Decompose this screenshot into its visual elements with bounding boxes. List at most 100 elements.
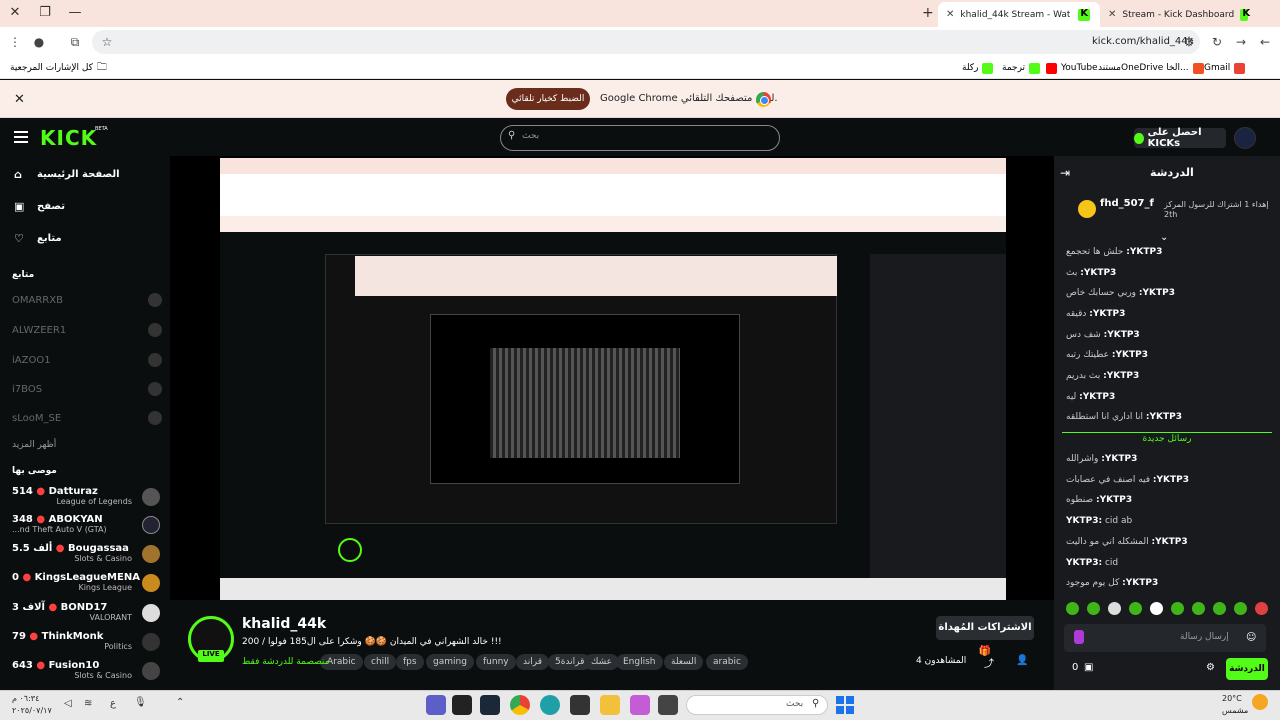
bookmark-youtube[interactable]: YouTube — [1046, 60, 1098, 76]
following-item[interactable]: OMARRXB — [12, 290, 162, 310]
kicks-icon[interactable]: ▣ — [1084, 662, 1093, 673]
emote-icon[interactable] — [1087, 602, 1100, 615]
tag[interactable]: قراندة5 — [548, 654, 592, 670]
nav-browse[interactable]: ▣ تصفح — [14, 196, 65, 216]
emote-icon[interactable] — [1213, 602, 1226, 615]
following-item[interactable]: ALWZEER1 — [12, 320, 162, 340]
tag[interactable]: gaming — [426, 654, 474, 670]
reload-icon[interactable]: ↻ — [1208, 33, 1226, 51]
wifi-icon[interactable]: ≋ — [84, 698, 92, 709]
recommended-item[interactable]: 643 ● Fusion10 Slots & Casino — [12, 660, 160, 686]
get-kicks-label: احصل على KICKs — [1147, 127, 1202, 149]
emote-icon[interactable] — [1129, 602, 1142, 615]
mic-icon[interactable]: 🎙 — [134, 697, 147, 708]
recommended-item[interactable]: 0 ● KingsLeagueMENA Kings League — [12, 572, 160, 596]
following-item[interactable]: i7BOS — [12, 379, 162, 399]
extensions-icon[interactable]: ⧉ — [66, 33, 84, 51]
show-more-link[interactable]: أظهر المزيد — [12, 440, 56, 450]
minimize-window-icon[interactable]: — — [64, 4, 86, 22]
channel-name: Datturaz — [48, 486, 98, 497]
emote-icon[interactable] — [1171, 602, 1184, 615]
chat-message: YKTP3: cid — [1066, 558, 1119, 568]
bookmark-translate[interactable]: ترجمة — [1002, 60, 1041, 76]
tag[interactable]: fps — [396, 654, 424, 670]
chat-input[interactable] — [1064, 624, 1266, 652]
close-window-icon[interactable]: ✕ — [4, 4, 26, 22]
set-default-button[interactable]: الضبط كخيار تلقائي — [506, 88, 590, 110]
tag[interactable]: السعلة — [664, 654, 704, 670]
back-icon[interactable]: ← — [1256, 33, 1274, 51]
tag[interactable]: arabic — [706, 654, 748, 670]
emote-icon[interactable] — [1255, 602, 1268, 615]
close-infobar-icon[interactable]: ✕ — [14, 92, 25, 107]
kick-logo[interactable]: KICK — [40, 126, 97, 150]
chat-send-button[interactable]: الدردشة — [1226, 658, 1268, 680]
site-settings-icon[interactable]: ⚙ — [1180, 33, 1198, 51]
bookmark-star-icon[interactable]: ☆ — [98, 33, 116, 51]
volume-icon[interactable]: ◁ — [64, 698, 72, 709]
recommended-item[interactable]: 5.5 ألف ● Bougassaa Slots & Casino — [12, 543, 160, 567]
start-button-icon[interactable] — [836, 696, 854, 714]
store-icon[interactable] — [570, 695, 590, 715]
collapse-chat-icon[interactable]: ⇥ — [1060, 166, 1070, 180]
close-tab-icon[interactable]: ✕ — [946, 9, 954, 20]
emote-icon[interactable] — [1150, 602, 1163, 615]
tag[interactable]: funny — [476, 654, 516, 670]
recommended-item[interactable]: 514 ● Datturaz League of Legends — [12, 486, 160, 510]
gifted-subs-button[interactable]: الاشتراكات المُهداة 🎁 — [936, 616, 1034, 657]
language-indicator[interactable]: ع — [110, 698, 116, 709]
follow-icon[interactable]: 👤 — [1016, 655, 1028, 666]
file-explorer-icon[interactable] — [600, 695, 620, 715]
tab-kick-dashboard[interactable]: ✕ Stream - Kick Dashboard — [1100, 2, 1256, 27]
recommended-item[interactable]: 348 ● ABOKYAN ...nd Theft Auto V (GTA) — [12, 514, 160, 538]
taskbar-app-icon[interactable] — [658, 695, 678, 715]
following-item[interactable]: iAZOO1 — [12, 350, 162, 370]
recommended-item[interactable]: 79 ● ThinkMonk Politics — [12, 631, 160, 655]
viewer-count: 79 — [12, 631, 26, 642]
bookmark-gmail[interactable]: Gmail — [1204, 60, 1246, 76]
forward-icon[interactable]: → — [1232, 33, 1250, 51]
menu-hamburger-icon[interactable] — [14, 131, 28, 143]
emote-icon[interactable] — [1108, 602, 1121, 615]
user-avatar[interactable] — [1234, 127, 1256, 149]
following-item[interactable]: sLooM_SE — [12, 408, 162, 428]
address-bar[interactable] — [92, 30, 1200, 54]
maximize-window-icon[interactable]: ❐ — [34, 4, 56, 22]
edge-icon[interactable] — [540, 695, 560, 715]
emoji-icon[interactable]: ☺ — [1246, 632, 1256, 643]
taskbar-clock[interactable]: ٠٦:٣٤ م ٢٠٢٥/٠٧/١٧ — [12, 693, 52, 717]
taskbar-app-icon[interactable] — [426, 695, 446, 715]
chevron-up-icon[interactable]: ⌃ — [176, 697, 184, 708]
tag[interactable]: English — [616, 654, 663, 670]
all-bookmarks[interactable]: كل الإشارات المرجعية 🗀 — [10, 60, 107, 76]
taskbar-search[interactable] — [686, 695, 828, 715]
close-tab-icon[interactable]: ✕ — [1108, 9, 1116, 20]
category-link[interactable]: منصصمة للدردشة فقط — [242, 657, 329, 667]
copilot-icon[interactable] — [630, 695, 650, 715]
taskbar-app-icon[interactable] — [452, 695, 472, 715]
new-tab-button[interactable]: + — [922, 5, 934, 21]
tag[interactable]: chill — [364, 654, 397, 670]
chrome-icon[interactable] — [510, 695, 530, 715]
chevron-down-icon[interactable]: ⌄ — [1160, 232, 1168, 243]
bookmark-onedrive[interactable]: مستندOneDrive الخا... — [1098, 60, 1204, 76]
mic-icon[interactable] — [1074, 630, 1084, 644]
emote-icon[interactable] — [1192, 602, 1205, 615]
search-input[interactable] — [500, 125, 780, 151]
emote-icon[interactable] — [1234, 602, 1247, 615]
nav-following[interactable]: ♡ متابع — [14, 228, 62, 248]
share-icon[interactable]: ⤴ — [984, 655, 994, 670]
settings-gear-icon[interactable]: ⚙ — [1206, 662, 1215, 673]
tag[interactable]: قراند — [516, 654, 549, 670]
profile-icon[interactable]: ● — [30, 33, 48, 51]
nav-home[interactable]: ⌂ الصفحة الرئيسية — [14, 164, 120, 184]
menu-icon[interactable]: ⋮ — [6, 33, 24, 51]
streamer-name[interactable]: khalid_44k — [242, 616, 326, 632]
bookmark-kick[interactable]: ركلة — [962, 60, 994, 76]
get-kicks-button[interactable]: احصل على KICKs — [1134, 127, 1226, 149]
recommended-item[interactable]: 3 آلاف ● BOND17 VALORANT — [12, 602, 160, 626]
emote-icon[interactable] — [1066, 602, 1079, 615]
steam-icon[interactable] — [480, 695, 500, 715]
weather-widget[interactable]: 20°C مشمس — [1222, 693, 1248, 717]
tab-khalid-stream[interactable]: ✕ khalid_44k Stream - Watch Live — [938, 2, 1100, 27]
